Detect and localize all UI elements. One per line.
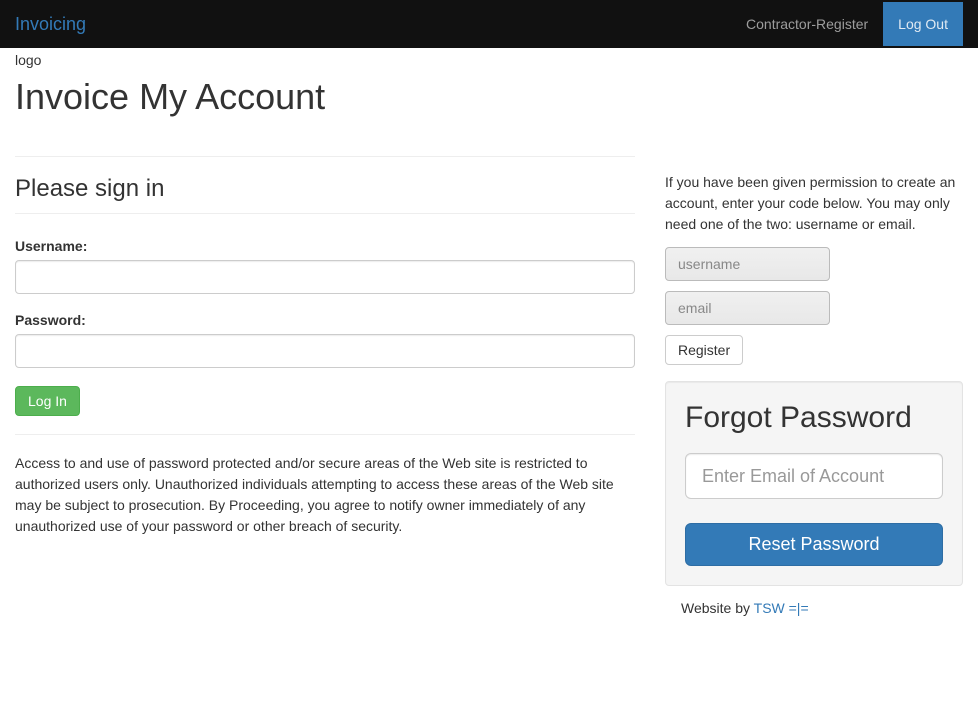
reset-password-button[interactable]: Reset Password xyxy=(685,523,943,566)
page-title: Invoice My Account xyxy=(15,76,963,118)
create-account-column: If you have been given permission to cre… xyxy=(665,136,963,616)
forgot-password-panel: Forgot Password Reset Password xyxy=(665,381,963,586)
login-button[interactable]: Log In xyxy=(15,386,80,416)
footer-prefix: Website by xyxy=(681,600,754,616)
footer: Website by TSW =|= xyxy=(665,600,963,616)
nav-logout[interactable]: Log Out xyxy=(883,2,963,46)
divider xyxy=(15,156,635,157)
register-button[interactable]: Register xyxy=(665,335,743,365)
footer-link[interactable]: TSW =|= xyxy=(754,600,809,616)
password-input[interactable] xyxy=(15,334,635,368)
logo-text: logo xyxy=(15,48,963,76)
divider xyxy=(15,434,635,435)
create-account-intro: If you have been given permission to cre… xyxy=(665,172,963,235)
navbar-brand[interactable]: Invoicing xyxy=(15,2,86,47)
create-username-input[interactable] xyxy=(665,247,830,281)
username-label: Username: xyxy=(15,238,635,254)
forgot-email-input[interactable] xyxy=(685,453,943,499)
nav-contractor-register[interactable]: Contractor-Register xyxy=(731,2,883,46)
forgot-password-title: Forgot Password xyxy=(685,401,943,435)
navbar-right: Contractor-Register Log Out xyxy=(731,2,963,46)
signin-title: Please sign in xyxy=(15,175,635,214)
disclaimer-text: Access to and use of password protected … xyxy=(15,453,635,537)
navbar: Invoicing Contractor-Register Log Out xyxy=(0,0,978,48)
create-email-input[interactable] xyxy=(665,291,830,325)
password-label: Password: xyxy=(15,312,635,328)
signin-column: Please sign in Username: Password: Log I… xyxy=(15,136,635,616)
username-input[interactable] xyxy=(15,260,635,294)
